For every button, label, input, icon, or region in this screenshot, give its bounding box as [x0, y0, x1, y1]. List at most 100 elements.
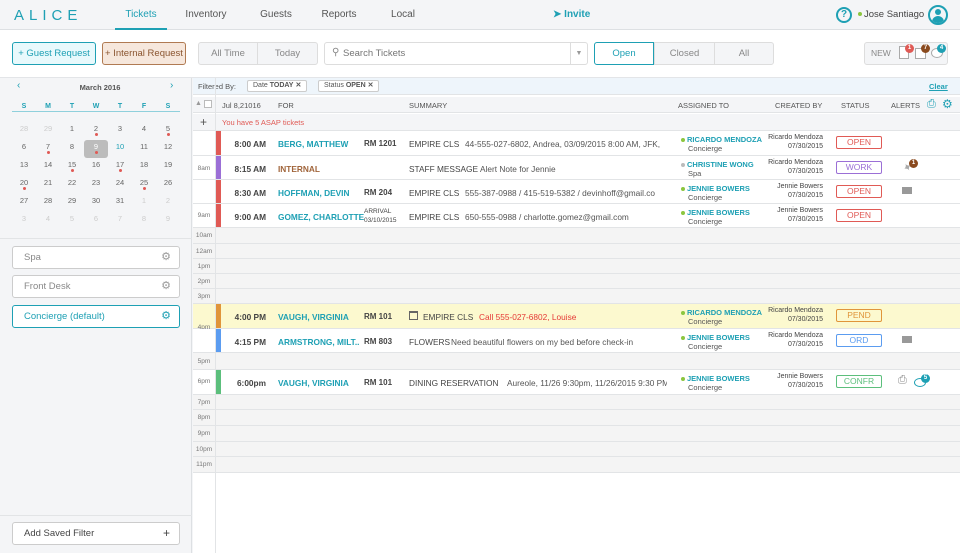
calendar-day[interactable]: 23 — [84, 176, 108, 194]
calendar-day[interactable]: 29 — [60, 194, 84, 212]
calendar-day[interactable]: 4 — [36, 212, 60, 230]
avatar-icon[interactable] — [928, 5, 948, 25]
calendar-day[interactable]: 9 — [156, 212, 180, 230]
header-assigned-to[interactable]: ASSIGNED TO — [678, 101, 729, 110]
status-badge[interactable]: OPEN — [836, 209, 882, 222]
assigned-to[interactable]: JENNIE BOWERS — [681, 333, 750, 342]
status-badge[interactable]: OPEN — [836, 136, 882, 149]
calendar-day[interactable]: 16 — [84, 158, 108, 176]
header-alerts[interactable]: ALERTS — [891, 101, 920, 110]
ticket-row[interactable]: 4pm 4:00 PM VAUGH, VIRGINIA RM 101 EMPIRE CL… — [193, 304, 960, 331]
calendar-day[interactable]: 30 — [84, 194, 108, 212]
calendar-day[interactable]: 17 — [108, 158, 132, 176]
calendar-day[interactable]: 4 — [132, 122, 156, 140]
nav-tab-local[interactable]: Local — [377, 0, 429, 30]
calendar-day[interactable]: 27 — [12, 194, 36, 212]
ticket-row[interactable]: 9am 9:00 AM GOMEZ, CHARLOTTE ARRIVAL 03/10/2… — [193, 204, 960, 228]
envelope-icon[interactable] — [902, 187, 912, 194]
filter-chip-date[interactable]: Date TODAY ✕ — [247, 80, 308, 92]
saved-filter-spa[interactable]: Spa ⚙ — [12, 246, 180, 269]
assigned-to[interactable]: RICARDO MENDOZA — [681, 135, 762, 144]
assigned-to[interactable]: JENNIE BOWERS — [681, 208, 750, 217]
calendar-day[interactable]: 28 — [36, 194, 60, 212]
add-ticket-icon[interactable]: + — [200, 115, 207, 129]
status-badge[interactable]: CONFR — [836, 375, 882, 388]
sort-icon[interactable]: ▲ — [195, 100, 202, 107]
ticket-for[interactable]: BERG, MATTHEW — [278, 139, 348, 149]
assigned-to[interactable]: JENNIE BOWERS — [681, 374, 750, 383]
calendar-day[interactable]: 21 — [36, 176, 60, 194]
ticket-for[interactable]: VAUGH, VIRGINIA — [278, 378, 349, 388]
calendar-day[interactable]: 12 — [156, 140, 180, 158]
nav-tab-reports[interactable]: Reports — [313, 0, 365, 30]
remove-filter-icon[interactable]: ✕ — [368, 82, 374, 89]
calendar-day[interactable]: 20 — [12, 176, 36, 194]
nav-tab-tickets[interactable]: Tickets — [115, 0, 167, 30]
select-all-checkbox[interactable] — [204, 100, 212, 108]
status-badge[interactable]: OPEN — [836, 185, 882, 198]
prev-month-icon[interactable]: ‹ — [17, 80, 20, 91]
assigned-to[interactable]: JENNIE BOWERS — [681, 184, 750, 193]
gear-icon[interactable]: ⚙ — [161, 306, 171, 327]
calendar-day[interactable]: 29 — [36, 122, 60, 140]
calendar-day[interactable]: 3 — [108, 122, 132, 140]
header-status[interactable]: STATUS — [841, 101, 869, 110]
calendar-day[interactable]: 19 — [156, 158, 180, 176]
ticket-row[interactable]: 8:00 AM BERG, MATTHEW RM 1201 EMPIRE CLS 44-… — [193, 131, 960, 156]
ticket-for[interactable]: HOFFMAN, DEVIN — [278, 188, 349, 198]
calendar-day[interactable]: 14 — [36, 158, 60, 176]
calendar-day[interactable]: 22 — [60, 176, 84, 194]
clear-filters-link[interactable]: Clear — [929, 82, 948, 91]
gear-icon[interactable]: ⚙ — [161, 276, 171, 297]
calendar-day[interactable]: 24 — [108, 176, 132, 194]
print-icon[interactable]: ⎙ — [898, 374, 907, 387]
calendar-day[interactable]: 2 — [84, 122, 108, 140]
calendar-day[interactable]: 7 — [36, 140, 60, 158]
header-for[interactable]: FOR — [278, 101, 294, 110]
ticket-for[interactable]: VAUGH, VIRGINIA — [278, 312, 349, 322]
calendar-day[interactable]: 26 — [156, 176, 180, 194]
ticket-for[interactable]: INTERNAL — [278, 164, 320, 174]
assigned-to[interactable]: RICARDO MENDOZA — [681, 308, 762, 317]
help-icon[interactable]: ? — [836, 7, 852, 23]
remove-filter-icon[interactable]: ✕ — [295, 82, 301, 89]
calendar-day[interactable]: 31 — [108, 194, 132, 212]
envelope-icon[interactable] — [902, 336, 912, 343]
filter-chip-status[interactable]: Status OPEN ✕ — [318, 80, 380, 92]
calendar-day[interactable]: 6 — [12, 140, 36, 158]
calendar-day[interactable]: 8 — [132, 212, 156, 230]
calendar-day[interactable]: 3 — [12, 212, 36, 230]
status-badge[interactable]: WORK — [836, 161, 882, 174]
internal-request-button[interactable]: + Internal Request — [102, 42, 186, 65]
guest-request-button[interactable]: + Guest Request — [12, 42, 96, 65]
calendar-day[interactable]: 28 — [12, 122, 36, 140]
calendar-day[interactable]: 7 — [108, 212, 132, 230]
calendar-day[interactable]: 13 — [12, 158, 36, 176]
closed-filter[interactable]: Closed — [654, 42, 715, 65]
settings-gear-icon[interactable]: ⚙ — [942, 97, 953, 111]
print-icon[interactable]: ⎙ — [927, 98, 936, 111]
gear-icon[interactable]: ⚙ — [161, 247, 171, 268]
calendar-day[interactable]: 6 — [84, 212, 108, 230]
saved-filter-front-desk[interactable]: Front Desk ⚙ — [12, 275, 180, 298]
next-month-icon[interactable]: › — [170, 80, 173, 91]
ticket-row[interactable]: 4:15 PM ARMSTRONG, MILT.. RM 803 FLOWERS Nee… — [193, 329, 960, 353]
open-filter[interactable]: Open — [594, 42, 654, 65]
assigned-to[interactable]: CHRISTINE WONG — [681, 160, 754, 169]
ticket-for[interactable]: ARMSTRONG, MILT.. — [278, 337, 359, 347]
calendar-day[interactable]: 5 — [156, 122, 180, 140]
calendar-day[interactable]: 18 — [132, 158, 156, 176]
calendar-day[interactable]: 25 — [132, 176, 156, 194]
ticket-row[interactable]: 8am 8:15 AM INTERNAL STAFF MESSAGE Alert Not… — [193, 156, 960, 180]
all-filter[interactable]: All — [714, 42, 774, 65]
asap-notice[interactable]: You have 5 ASAP tickets — [222, 118, 304, 127]
saved-filter-concierge[interactable]: Concierge (default) ⚙ — [12, 305, 180, 328]
nav-tab-guests[interactable]: Guests — [250, 0, 302, 30]
header-summary[interactable]: SUMMARY — [409, 101, 447, 110]
search-dropdown-icon[interactable]: ▼ — [570, 43, 587, 64]
ticket-row[interactable]: 6pm 6:00pm VAUGH, VIRGINIA RM 101 DINING RES… — [193, 370, 960, 395]
all-time-filter[interactable]: All Time — [198, 42, 258, 65]
status-badge[interactable]: PEND — [836, 309, 882, 322]
search-input[interactable] — [343, 46, 568, 61]
calendar-day[interactable]: 5 — [60, 212, 84, 230]
